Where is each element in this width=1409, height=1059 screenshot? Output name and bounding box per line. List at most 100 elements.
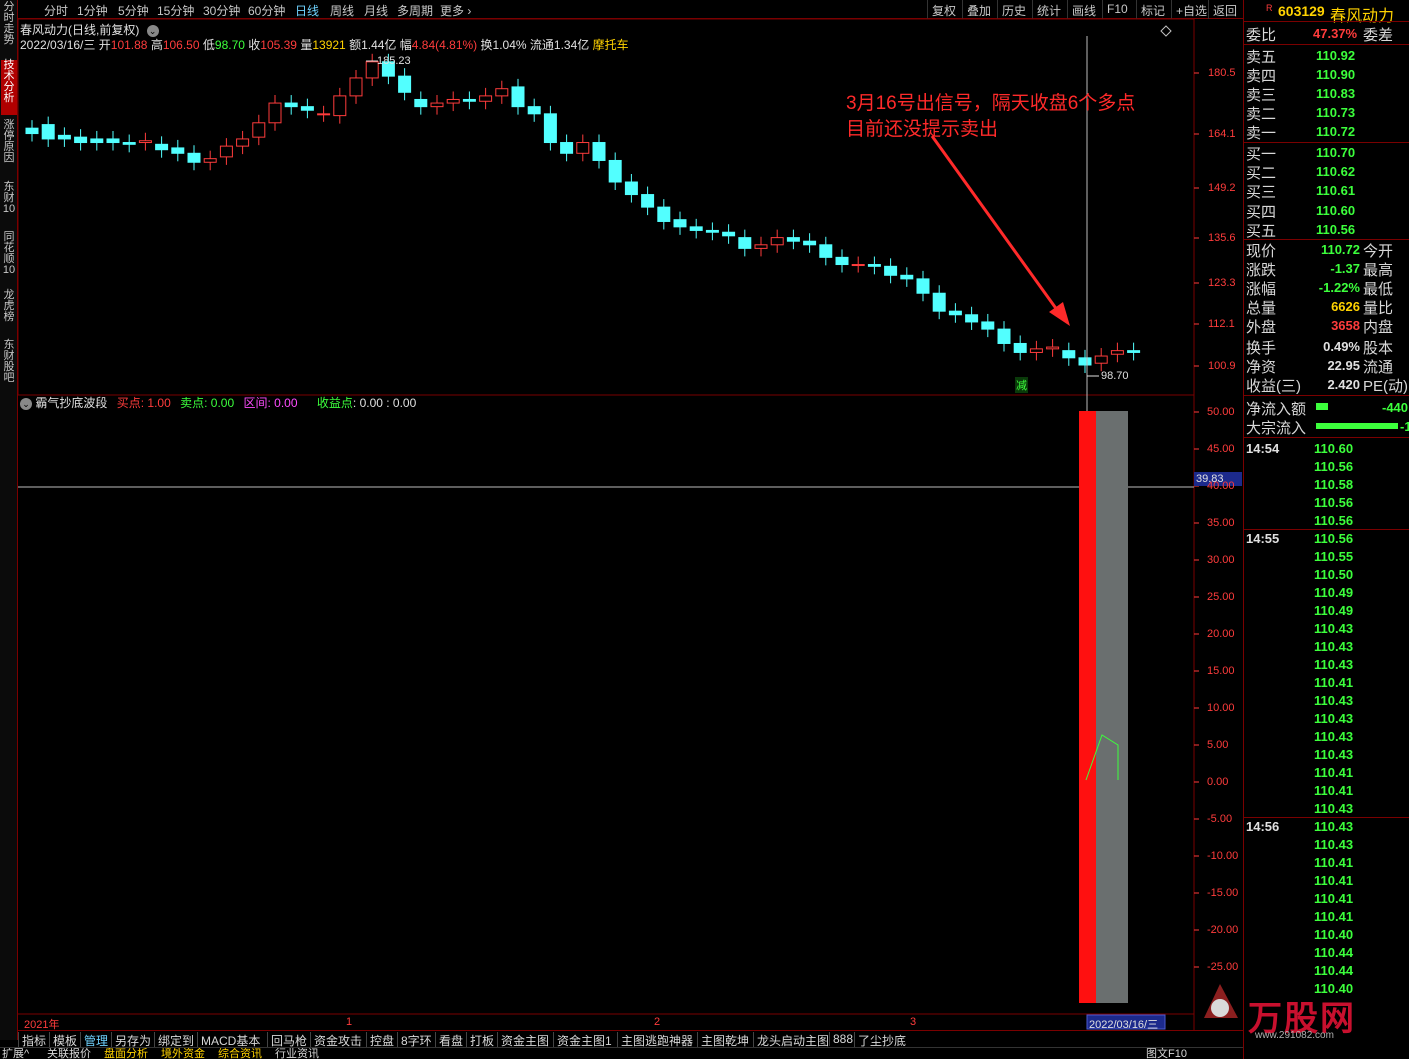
tick-price: 110.44: [1314, 945, 1354, 960]
candle-body: [997, 328, 1011, 344]
tick-price: 110.50: [1314, 567, 1354, 582]
candle-body: [57, 134, 71, 140]
info-tab[interactable]: 境外资金: [161, 1048, 205, 1059]
info-tab[interactable]: 盘面分析: [104, 1048, 148, 1059]
buy-level-price: 110.61: [1316, 183, 1356, 199]
tick-divider: [1243, 529, 1409, 530]
price-axis-label: 135.6: [1208, 232, 1236, 244]
candle-body: [965, 314, 979, 323]
candle-body: [479, 95, 493, 102]
buy-signal-bar: [1079, 411, 1096, 1003]
net-inflow-value: -440: [1382, 400, 1409, 415]
quote-right-label: 内盘: [1363, 319, 1394, 336]
formula-button[interactable]: 888: [829, 1032, 856, 1046]
candle-body: [187, 152, 201, 163]
candle-body: [155, 143, 169, 151]
tick-price: 110.58: [1314, 477, 1354, 492]
f10-text-tab[interactable]: 图文F10: [1146, 1048, 1187, 1059]
candle-body: [138, 140, 152, 144]
price-axis-label: 100.9: [1208, 360, 1236, 372]
tick-price: 110.41: [1314, 891, 1354, 906]
sell-level-price: 110.73: [1316, 105, 1356, 120]
info-tab[interactable]: 行业资讯: [275, 1048, 319, 1059]
info-tab[interactable]: 综合资讯: [218, 1048, 262, 1059]
tick-time: 14:54: [1246, 441, 1280, 456]
info-tab[interactable]: 关联报价: [47, 1048, 91, 1059]
time-axis-month: 3: [910, 1016, 917, 1028]
indicator-axis-label: -15.00: [1207, 887, 1239, 899]
quote-value: 2.420: [1327, 377, 1360, 392]
candle-body: [867, 264, 881, 267]
quote-right-label: PE(动): [1363, 378, 1409, 395]
tick-price: 110.43: [1314, 639, 1354, 654]
watermark-url: www.291082.com: [1255, 1030, 1334, 1041]
candle-body: [430, 102, 444, 108]
price-axis-label: 112.1: [1208, 318, 1235, 330]
low-price-label: 98.70: [1101, 370, 1129, 382]
block-inflow-label: 大宗流入: [1246, 420, 1307, 437]
buy-level-label: 买三: [1246, 184, 1277, 202]
buy-level-price: 110.60: [1316, 202, 1356, 218]
quote-right-label: 最低: [1363, 281, 1394, 298]
candle-body: [1078, 357, 1092, 366]
sell-level-label: 卖五: [1246, 49, 1277, 66]
candle-body: [1046, 346, 1060, 350]
candle-body: [884, 265, 898, 276]
candle-body: [948, 310, 962, 316]
candle-body: [268, 102, 282, 124]
tick-price: 110.43: [1314, 747, 1354, 762]
margin-flag: R: [1266, 3, 1273, 13]
stock-code: 603129: [1278, 3, 1325, 19]
tick-price: 110.56: [1314, 495, 1354, 510]
reduce-signal-label: 减: [1015, 377, 1028, 393]
tick-divider: [1243, 817, 1409, 818]
tick-price: 110.43: [1314, 657, 1354, 672]
candle-body: [300, 106, 314, 111]
quote-label: 总量: [1246, 300, 1277, 317]
hold-interval-bar: [1096, 411, 1128, 1003]
quote-right-label: 流通: [1363, 359, 1394, 376]
main-chart-border: [17, 18, 1195, 396]
chevron-down-icon[interactable]: ⌄: [20, 398, 32, 410]
candle-body: [284, 102, 298, 108]
tick-price: 110.43: [1314, 801, 1354, 816]
indicator-axis-label: 35.00: [1207, 517, 1235, 529]
candle-body: [495, 88, 509, 97]
indicator-axis-label: -5.00: [1207, 813, 1233, 825]
price-axis-label: 123.3: [1208, 277, 1236, 289]
time-axis-month: 2: [654, 1016, 661, 1028]
net-inflow-label: 净流入额: [1246, 401, 1307, 418]
tick-price: 110.56: [1314, 513, 1354, 528]
info-tab[interactable]: 扩展^: [2, 1048, 29, 1059]
candle-body: [122, 142, 136, 145]
time-axis-month: 1: [346, 1016, 353, 1028]
quote-value: 3658: [1331, 318, 1360, 333]
diamond-icon: [1160, 25, 1172, 37]
quote-right-label: 今开: [1363, 243, 1394, 260]
tick-price: 110.41: [1314, 765, 1354, 780]
tick-price: 110.40: [1314, 927, 1354, 942]
tick-price: 110.60: [1314, 441, 1354, 456]
buy-level-price: 110.70: [1316, 145, 1356, 160]
weibi-label: 委比: [1246, 27, 1277, 44]
weibi-value: 47.37%: [1313, 26, 1358, 41]
quote-value: 6626: [1331, 299, 1360, 314]
candle-body: [543, 113, 557, 144]
stock-name: 春风动力: [1330, 8, 1395, 25]
net-inflow-bar: [1316, 403, 1328, 410]
tick-price: 110.41: [1314, 873, 1354, 888]
candle-body: [90, 138, 104, 144]
candle-body: [462, 98, 476, 102]
cursor-value-label: 39.83: [1196, 473, 1224, 485]
tick-price: 110.43: [1314, 693, 1354, 708]
sell-level-label: 卖三: [1246, 87, 1277, 104]
candle-body: [673, 219, 687, 228]
tick-price: 110.43: [1314, 837, 1354, 852]
candle-body: [916, 278, 930, 294]
sell-level-label: 卖四: [1246, 68, 1277, 85]
candle-body: [333, 95, 347, 117]
price-axis-label: 149.2: [1208, 182, 1236, 194]
candle-body: [641, 194, 655, 208]
candle-body: [770, 237, 784, 246]
sell-level-price: 110.92: [1316, 48, 1356, 63]
